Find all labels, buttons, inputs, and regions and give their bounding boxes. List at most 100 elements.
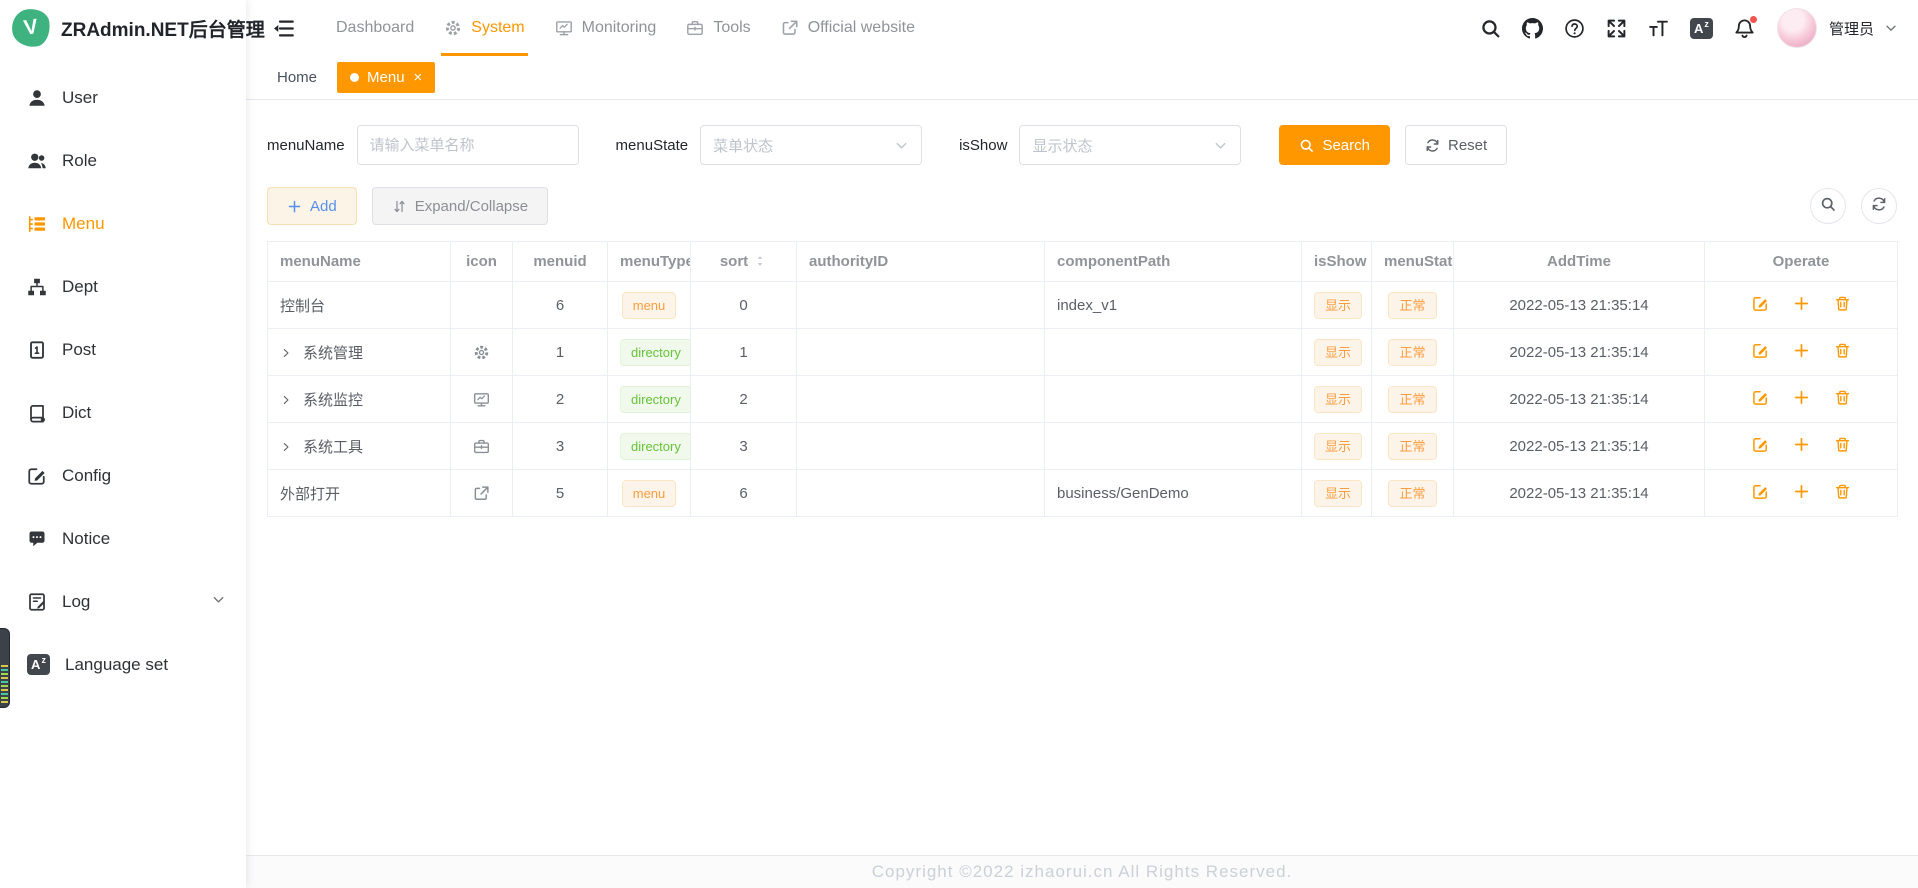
external-link-icon bbox=[781, 19, 799, 37]
edit-icon bbox=[1752, 342, 1769, 363]
search-icon bbox=[1299, 138, 1314, 153]
main-area: DashboardSystemMonitoringTools Official w… bbox=[246, 0, 1918, 888]
nav-item-dashboard[interactable]: Dashboard bbox=[321, 0, 429, 56]
column-header-menuid: menuid bbox=[513, 242, 608, 282]
filter-form: menuName menuState 菜单状态 isShow 显示状态 Sear… bbox=[267, 125, 1897, 165]
user-chevron-down-icon[interactable] bbox=[1884, 21, 1898, 35]
menu-name-input[interactable] bbox=[357, 125, 579, 165]
is-show-tag: 显示 bbox=[1314, 292, 1362, 319]
column-header-operate: Operate bbox=[1705, 242, 1898, 282]
column-header-isshow: isShow bbox=[1302, 242, 1372, 282]
refresh-table-button[interactable] bbox=[1861, 188, 1897, 224]
row-edit-button[interactable] bbox=[1752, 342, 1769, 363]
menu-state-selected-value: 菜单状态 bbox=[713, 135, 773, 156]
row-delete-button[interactable] bbox=[1834, 295, 1851, 316]
column-header-label: componentPath bbox=[1057, 253, 1170, 270]
search-button[interactable] bbox=[1480, 18, 1501, 39]
toolbox-icon bbox=[686, 19, 704, 37]
expand-caret-icon[interactable] bbox=[280, 394, 292, 406]
row-add-button[interactable] bbox=[1793, 342, 1810, 363]
nav-item-official-website[interactable]: Official website bbox=[766, 0, 930, 56]
row-delete-button[interactable] bbox=[1834, 483, 1851, 504]
sidebar-item-user[interactable]: User bbox=[0, 66, 246, 129]
user-name[interactable]: 管理员 bbox=[1829, 18, 1874, 39]
column-header-menuname: menuName bbox=[268, 242, 451, 282]
github-button[interactable] bbox=[1522, 18, 1543, 39]
fullscreen-button[interactable] bbox=[1606, 18, 1627, 39]
trash-icon bbox=[1834, 483, 1851, 504]
toggle-search-button[interactable] bbox=[1810, 188, 1846, 224]
is-show-tag: 显示 bbox=[1314, 386, 1362, 413]
github-icon bbox=[1522, 18, 1543, 39]
tab-menu[interactable]: Menu × bbox=[337, 62, 435, 93]
row-edit-button[interactable] bbox=[1752, 389, 1769, 410]
row-add-button[interactable] bbox=[1793, 389, 1810, 410]
question-icon bbox=[1564, 18, 1585, 39]
column-header-sort[interactable]: sort bbox=[691, 242, 797, 282]
sidebar-item-dept[interactable]: Dept bbox=[0, 255, 246, 318]
row-add-button[interactable] bbox=[1793, 436, 1810, 457]
sidebar-item-dict[interactable]: Dict bbox=[0, 381, 246, 444]
edit-icon bbox=[1752, 389, 1769, 410]
expand-collapse-button[interactable]: Expand/Collapse bbox=[372, 187, 548, 225]
expand-caret-icon[interactable] bbox=[280, 441, 292, 453]
cell-operate bbox=[1705, 423, 1898, 470]
search-button[interactable]: Search bbox=[1279, 125, 1390, 165]
cell-operate bbox=[1705, 329, 1898, 376]
edit-icon bbox=[1752, 483, 1769, 504]
add-button[interactable]: Add bbox=[267, 187, 357, 225]
translate-button[interactable]: Az bbox=[1690, 18, 1713, 39]
nav-item-label: Official website bbox=[808, 19, 915, 37]
add-button-label: Add bbox=[310, 198, 337, 215]
question-button[interactable] bbox=[1564, 18, 1585, 39]
sidebar-menu: UserRoleMenuDeptPostDictConfig Notice LogA… bbox=[0, 56, 246, 696]
row-delete-button[interactable] bbox=[1834, 342, 1851, 363]
sidebar-item-config[interactable]: Config bbox=[0, 444, 246, 507]
nav-item-system[interactable]: System bbox=[429, 0, 539, 56]
tab-home[interactable]: Home bbox=[269, 63, 325, 92]
sidebar-item-post[interactable]: Post bbox=[0, 318, 246, 381]
cell-menu-type: directory bbox=[608, 376, 691, 423]
sidebar-collapse-button[interactable] bbox=[272, 17, 295, 40]
row-delete-button[interactable] bbox=[1834, 436, 1851, 457]
cell-menu-type: directory bbox=[608, 329, 691, 376]
sidebar-item-notice[interactable]: Notice bbox=[0, 507, 246, 570]
row-delete-button[interactable] bbox=[1834, 389, 1851, 410]
sidebar-item-menu[interactable]: Menu bbox=[0, 192, 246, 255]
logo[interactable]: V ZRAdmin.NET后台管理 bbox=[0, 0, 246, 56]
nav-menu: DashboardSystemMonitoringTools Official w… bbox=[321, 0, 930, 56]
footer: Copyright ©2022 izhaorui.cn All Rights R… bbox=[246, 855, 1918, 888]
sidebar-item-language-set[interactable]: AzLanguage set bbox=[0, 633, 246, 696]
row-edit-button[interactable] bbox=[1752, 483, 1769, 504]
menu-icon bbox=[27, 214, 47, 234]
cell-sort: 1 bbox=[691, 329, 797, 376]
row-add-button[interactable] bbox=[1793, 483, 1810, 504]
browser-extension-widget[interactable] bbox=[0, 628, 10, 708]
gear-icon bbox=[473, 344, 490, 361]
reset-button[interactable]: Reset bbox=[1405, 125, 1507, 165]
role-icon bbox=[27, 151, 47, 171]
table-row: 控制台6menu0index_v1显示正常2022-05-13 21:35:14 bbox=[268, 282, 1898, 329]
font-size-button[interactable] bbox=[1648, 18, 1669, 39]
table-row: 系统管理1directory1显示正常2022-05-13 21:35:14 bbox=[268, 329, 1898, 376]
expand-caret-icon[interactable] bbox=[280, 347, 292, 359]
row-edit-button[interactable] bbox=[1752, 295, 1769, 316]
column-header-menustate: menuState bbox=[1372, 242, 1454, 282]
cell-add-time: 2022-05-13 21:35:14 bbox=[1454, 423, 1705, 470]
nav-item-tools[interactable]: Tools bbox=[671, 0, 765, 56]
row-add-button[interactable] bbox=[1793, 295, 1810, 316]
sidebar-item-label: Notice bbox=[62, 529, 110, 549]
sidebar-item-role[interactable]: Role bbox=[0, 129, 246, 192]
menu-state-select[interactable]: 菜单状态 bbox=[700, 125, 922, 165]
avatar[interactable] bbox=[1777, 8, 1817, 48]
nav-item-monitoring[interactable]: Monitoring bbox=[540, 0, 672, 56]
app-layout: V ZRAdmin.NET后台管理 UserRoleMenuDeptPostDi… bbox=[0, 0, 1918, 888]
sidebar-item-log[interactable]: Log bbox=[0, 570, 246, 633]
sort-carets-icon[interactable] bbox=[753, 254, 767, 268]
is-show-select[interactable]: 显示状态 bbox=[1019, 125, 1241, 165]
bell-button[interactable] bbox=[1734, 18, 1755, 39]
row-edit-button[interactable] bbox=[1752, 436, 1769, 457]
cell-add-time: 2022-05-13 21:35:14 bbox=[1454, 470, 1705, 517]
tab-close-icon[interactable]: × bbox=[414, 70, 423, 85]
cell-authority-id bbox=[797, 470, 1045, 517]
